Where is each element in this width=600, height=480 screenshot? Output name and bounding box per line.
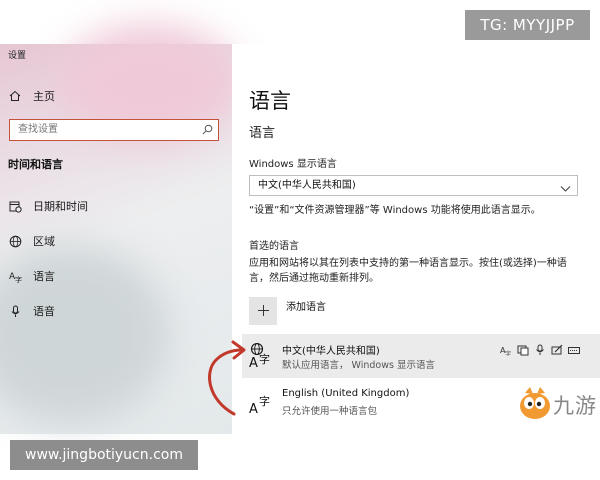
sidebar: 设置 主页 查找设置 时间和语言 日期和时间 区域 A字 语言 语音 xyxy=(0,24,240,434)
preferred-languages-desc-1: 应用和网站将以其在列表中支持的第一种语言显示。按住(或选择)一种语 xyxy=(249,258,567,269)
sidebar-item-language[interactable]: A字 语言 xyxy=(8,266,56,286)
sidebar-item-label: 日期和时间 xyxy=(33,200,88,213)
chevron-down-icon xyxy=(560,181,571,200)
sidebar-item-date-time[interactable]: 日期和时间 xyxy=(8,196,88,216)
language-globe-icon: A 字 xyxy=(249,342,275,371)
window-title: 设置 xyxy=(8,51,27,61)
display-language-select[interactable]: 中文(中华人民共和国) xyxy=(249,175,578,196)
language-desc: 默认应用语言， Windows 显示语言 xyxy=(282,360,435,371)
sidebar-item-speech[interactable]: 语音 xyxy=(8,301,55,321)
svg-text:字: 字 xyxy=(505,350,511,356)
preferred-languages-heading: 首选的语言 xyxy=(249,241,299,252)
sidebar-item-home[interactable]: 主页 xyxy=(8,86,55,106)
annotation-arrow xyxy=(208,340,246,416)
page-title: 语言 xyxy=(249,89,291,113)
brand-logo-text: 九游 xyxy=(553,394,597,418)
add-language-label[interactable]: 添加语言 xyxy=(286,298,326,313)
svg-text:字: 字 xyxy=(259,394,270,408)
watermark-top: TG: MYYJJPP xyxy=(465,10,590,40)
language-icon: A字 xyxy=(8,269,22,283)
language-item-chinese[interactable]: A 字 中文(中华人民共和国) 默认应用语言， Windows 显示语言 A字 xyxy=(242,334,600,378)
sidebar-item-label: 语言 xyxy=(33,270,55,283)
home-icon xyxy=(8,89,22,103)
svg-text:字: 字 xyxy=(15,275,22,283)
watermark-url: www.jingbotiyucn.com xyxy=(10,440,198,470)
microphone-feature-icon xyxy=(534,341,546,355)
add-language-button[interactable] xyxy=(249,297,277,325)
display-language-note: “设置”和“文件资源管理器”等 Windows 功能将使用此语言显示。 xyxy=(249,205,541,216)
search-placeholder: 查找设置 xyxy=(18,124,58,135)
section-heading: 时间和语言 xyxy=(8,158,63,171)
display-language-feature-icon: A字 xyxy=(500,341,512,358)
calendar-clock-icon xyxy=(8,199,22,213)
search-input[interactable]: 查找设置 xyxy=(9,119,219,141)
search-icon[interactable] xyxy=(202,123,213,142)
language-icon: A 字 xyxy=(249,388,275,417)
sidebar-item-region[interactable]: 区域 xyxy=(8,231,55,251)
svg-text:字: 字 xyxy=(259,352,270,366)
language-features: A字 xyxy=(500,341,580,358)
globe-icon xyxy=(8,234,22,248)
language-desc: 只允许使用一种语言包 xyxy=(282,406,378,417)
main-panel: 语言 语言 Windows 显示语言 中文(中华人民共和国) “设置”和“文件资… xyxy=(232,44,600,434)
preferred-languages-desc-2: 言，然后通过拖动重新排列。 xyxy=(249,273,379,284)
handwriting-feature-icon xyxy=(551,341,563,355)
keyboard-feature-icon xyxy=(568,341,580,354)
plus-icon xyxy=(257,302,270,321)
sidebar-item-label: 主页 xyxy=(33,90,55,103)
display-language-label: Windows 显示语言 xyxy=(249,159,337,170)
language-name: 中文(中华人民共和国) xyxy=(282,346,380,357)
display-language-value: 中文(中华人民共和国) xyxy=(258,180,356,191)
sidebar-item-label: 语音 xyxy=(33,305,55,318)
sidebar-item-label: 区域 xyxy=(33,235,55,248)
mascot-icon xyxy=(520,387,550,419)
text-to-speech-feature-icon xyxy=(517,341,529,356)
language-name: English (United Kingdom) xyxy=(282,388,410,399)
section-title: 语言 xyxy=(249,126,276,141)
microphone-icon xyxy=(8,304,22,318)
